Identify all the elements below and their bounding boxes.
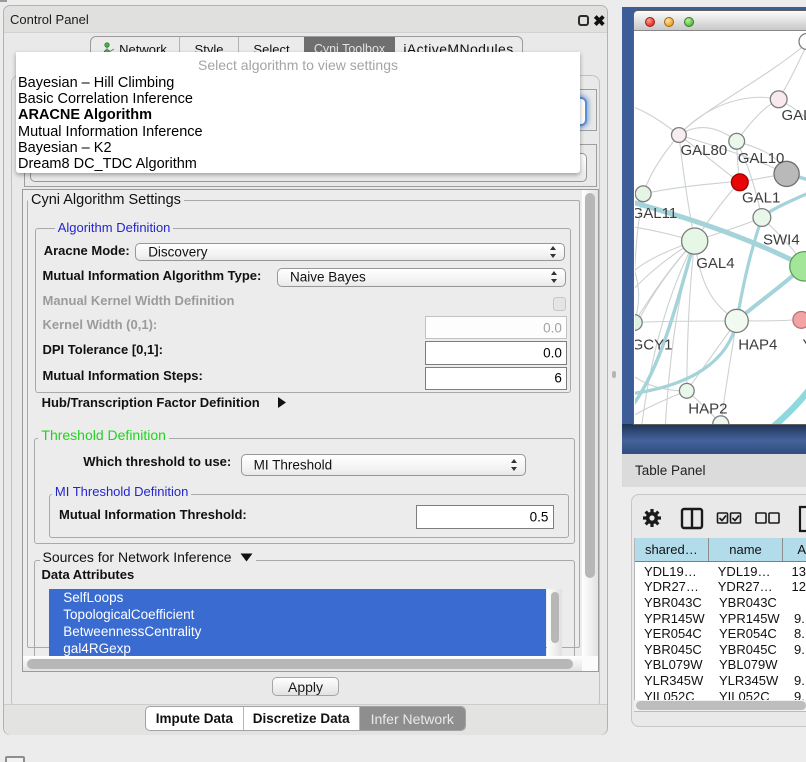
svg-text:GAL1: GAL1	[742, 190, 780, 207]
svg-text:GAL80: GAL80	[681, 142, 728, 159]
svg-text:Y: Y	[803, 337, 806, 354]
svg-text:GAL11: GAL11	[635, 205, 677, 222]
svg-text:GAL4: GAL4	[696, 255, 734, 272]
svg-text:SWI4: SWI4	[763, 232, 800, 249]
svg-text:HAP2: HAP2	[688, 401, 727, 418]
svg-text:GAL10: GAL10	[738, 150, 785, 167]
svg-text:GCY1: GCY1	[635, 337, 672, 354]
svg-text:HAP4: HAP4	[738, 337, 777, 354]
svg-text:GAL: GAL	[782, 107, 806, 124]
